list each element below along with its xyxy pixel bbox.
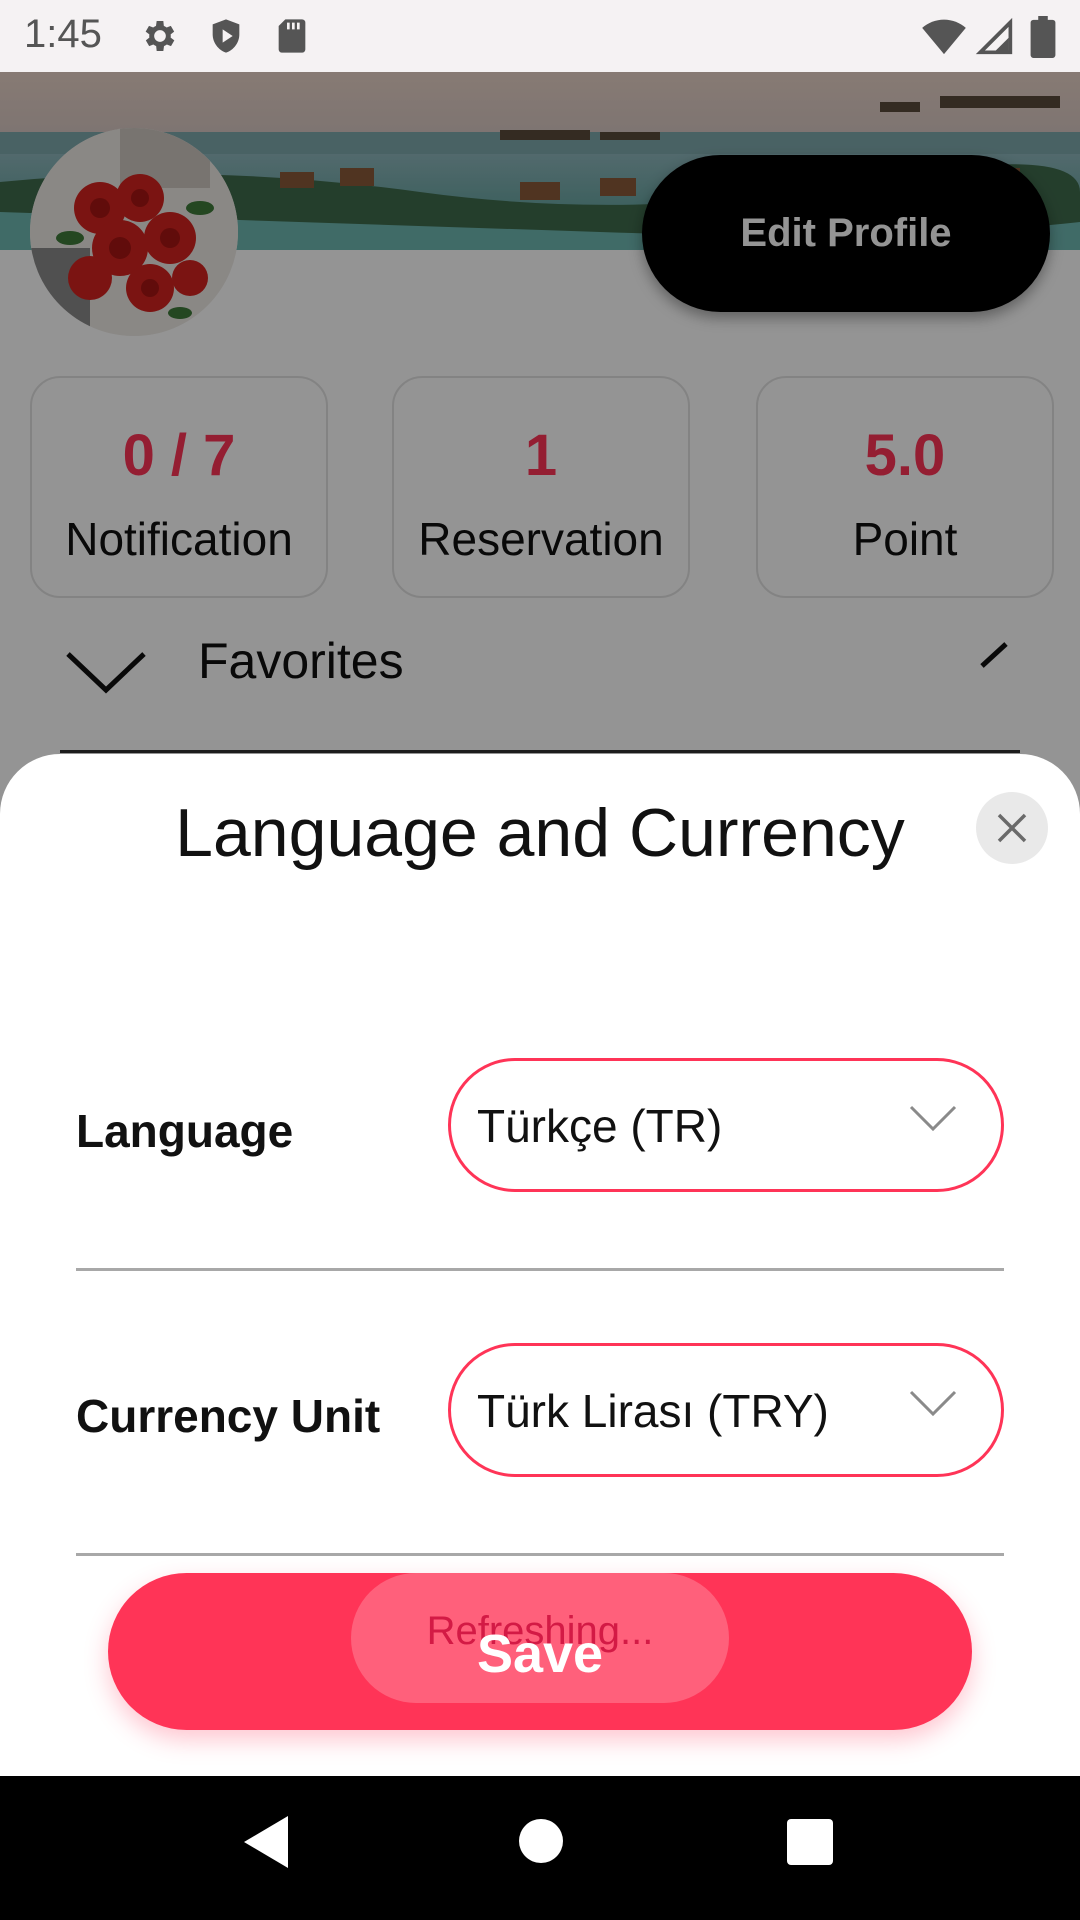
close-button[interactable] <box>976 792 1048 864</box>
chevron-down-icon <box>909 1390 957 1417</box>
gear-icon <box>145 21 175 51</box>
save-label: Save <box>476 1624 604 1684</box>
chevron-down-icon <box>909 1105 957 1132</box>
status-time: 1:45 <box>24 12 102 56</box>
language-label: Language <box>76 1105 294 1157</box>
close-icon <box>997 813 1027 843</box>
wifi-icon <box>922 19 966 55</box>
recents-icon[interactable] <box>786 1818 834 1866</box>
navigation-bar <box>0 1776 1080 1920</box>
back-icon[interactable] <box>242 1814 290 1870</box>
currency-label: Currency Unit <box>76 1390 381 1442</box>
language-select[interactable]: Türkçe (TR) <box>448 1058 1004 1192</box>
divider <box>76 1553 1004 1556</box>
sd-card-icon <box>278 19 306 53</box>
language-value: Türkçe (TR) <box>477 1100 723 1152</box>
status-bar: 1:45 <box>0 0 1080 72</box>
home-icon[interactable] <box>518 1818 564 1864</box>
screen: 1:45 Edit Profile 0 / 7 Notification 1 R… <box>0 0 1080 1920</box>
currency-select[interactable]: Türk Lirası (TRY) <box>448 1343 1004 1477</box>
currency-value: Türk Lirası (TRY) <box>477 1385 829 1437</box>
cellular-signal-icon <box>975 17 1013 55</box>
battery-icon <box>1030 16 1056 58</box>
sheet-title: Language and Currency <box>175 795 905 871</box>
shield-play-icon <box>212 19 240 53</box>
save-button[interactable]: Refreshing... Save <box>108 1573 972 1730</box>
language-currency-sheet: Language and Currency Language Türkçe (T… <box>0 754 1080 1776</box>
divider <box>76 1268 1004 1271</box>
